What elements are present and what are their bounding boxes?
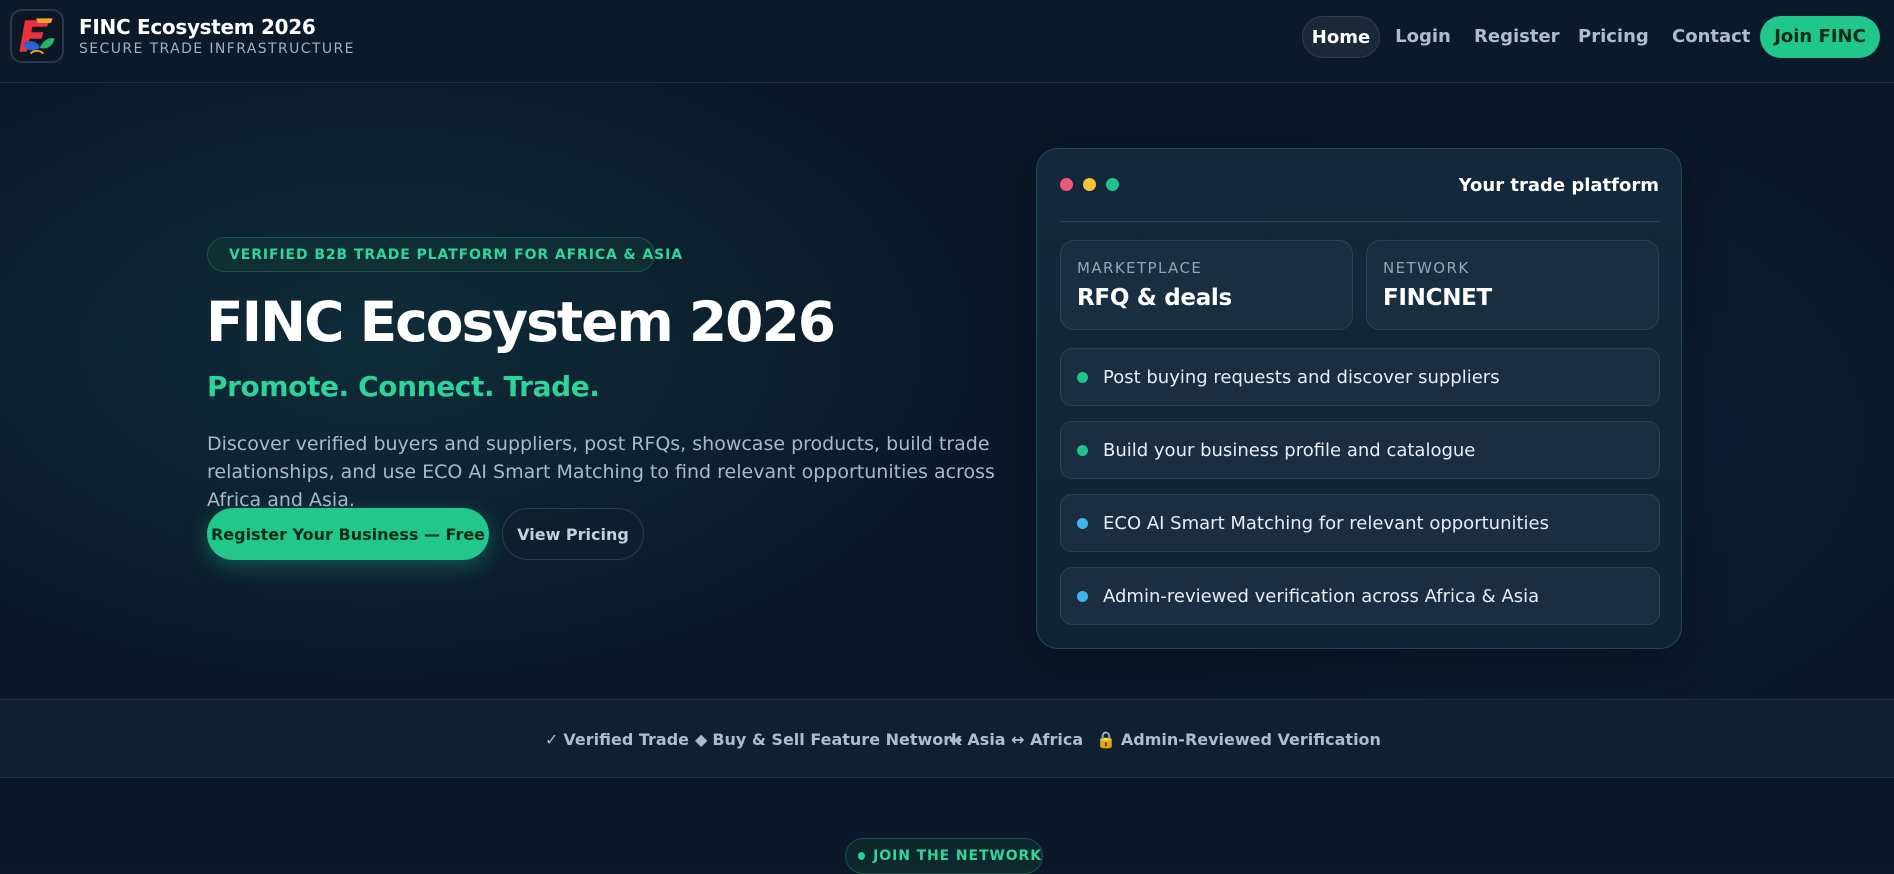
trust-strip: ✓ Verified Trade ◆ Buy & Sell Feature Netw… — [0, 699, 1894, 778]
bullet-dot-icon — [1077, 371, 1088, 383]
stat-label: MARKETPLACE — [1077, 259, 1203, 277]
stat-network: NETWORK FINCNET — [1366, 240, 1659, 330]
nav-register[interactable]: Register — [1474, 16, 1560, 58]
window-dot-red-icon — [1060, 178, 1073, 191]
card-divider — [1060, 221, 1660, 222]
bullet-dot-icon — [1077, 590, 1088, 602]
stat-value: RFQ & deals — [1077, 285, 1232, 311]
trade-platform-card: Your trade platform MARKETPLACE RFQ & de… — [1036, 148, 1682, 649]
finc-logo[interactable] — [10, 9, 64, 63]
brand-title[interactable]: FINC Ecosystem 2026 — [79, 15, 316, 39]
join-finc-button[interactable]: Join FINC — [1760, 16, 1880, 58]
brand-subtitle: SECURE TRADE INFRASTRUCTURE — [79, 41, 355, 57]
lock-icon: 🔒 — [1096, 730, 1116, 749]
bullet-dot-icon — [1077, 517, 1088, 529]
nav-login[interactable]: Login — [1395, 16, 1451, 58]
feature-text: Admin-reviewed verification across Afric… — [1103, 585, 1540, 607]
nav-home[interactable]: Home — [1302, 16, 1380, 58]
feature-text: Build your business profile and catalogu… — [1103, 439, 1476, 461]
register-business-button[interactable]: Register Your Business — Free — [207, 508, 489, 560]
feature-text: Post buying requests and discover suppli… — [1103, 366, 1500, 388]
nav-pricing[interactable]: Pricing — [1578, 16, 1649, 58]
check-icon: ✓ — [545, 730, 559, 749]
hero-description: Discover verified buyers and suppliers, … — [207, 433, 995, 511]
card-title: Your trade platform — [1458, 175, 1659, 196]
trust-item-verification: 🔒 Admin-Reviewed Verification — [1096, 730, 1381, 749]
trust-item-asia-africa: ↔ Asia ↔ Africa — [949, 730, 1083, 749]
stat-label: NETWORK — [1383, 259, 1470, 277]
trust-item-network: ◆ Buy & Sell Feature Network — [695, 730, 962, 749]
bullet-dot-icon — [1077, 444, 1088, 456]
finc-logo-icon — [12, 11, 62, 61]
trust-item-verified-trade: ✓ Verified Trade — [545, 730, 689, 749]
stat-marketplace: MARKETPLACE RFQ & deals — [1060, 240, 1353, 330]
trust-item-text: Verified Trade — [563, 730, 690, 749]
feature-text: ECO AI Smart Matching for relevant oppor… — [1103, 512, 1549, 534]
trust-item-text: Admin-Reviewed Verification — [1120, 730, 1381, 749]
top-navbar: FINC Ecosystem 2026 SECURE TRADE INFRAST… — [0, 0, 1894, 83]
trust-item-text: Buy & Sell Feature Network — [712, 730, 962, 749]
trust-item-text: Asia ↔ Africa — [967, 730, 1084, 749]
feature-item: Admin-reviewed verification across Afric… — [1060, 567, 1660, 625]
window-dot-yellow-icon — [1083, 178, 1096, 191]
stat-value: FINCNET — [1383, 285, 1492, 311]
feature-item: Post buying requests and discover suppli… — [1060, 348, 1660, 406]
feature-item: ECO AI Smart Matching for relevant oppor… — [1060, 494, 1660, 552]
join-network-text: JOIN THE NETWORK — [873, 848, 1042, 864]
nav-contact[interactable]: Contact — [1672, 16, 1750, 58]
badge-dot-icon — [858, 852, 866, 860]
platform-badge: VERIFIED B2B TRADE PLATFORM FOR AFRICA &… — [207, 237, 682, 272]
hero-tagline: Promote. Connect. Trade. — [207, 370, 600, 403]
join-network-badge: JOIN THE NETWORK — [845, 838, 1043, 874]
hero-title: FINC Ecosystem 2026 — [206, 290, 836, 354]
view-pricing-button[interactable]: View Pricing — [502, 508, 644, 560]
diamond-icon: ◆ — [695, 730, 708, 749]
window-dot-green-icon — [1106, 178, 1119, 191]
platform-badge-text: VERIFIED B2B TRADE PLATFORM FOR AFRICA &… — [229, 246, 683, 263]
arrows-icon: ↔ — [949, 730, 963, 749]
feature-item: Build your business profile and catalogu… — [1060, 421, 1660, 479]
